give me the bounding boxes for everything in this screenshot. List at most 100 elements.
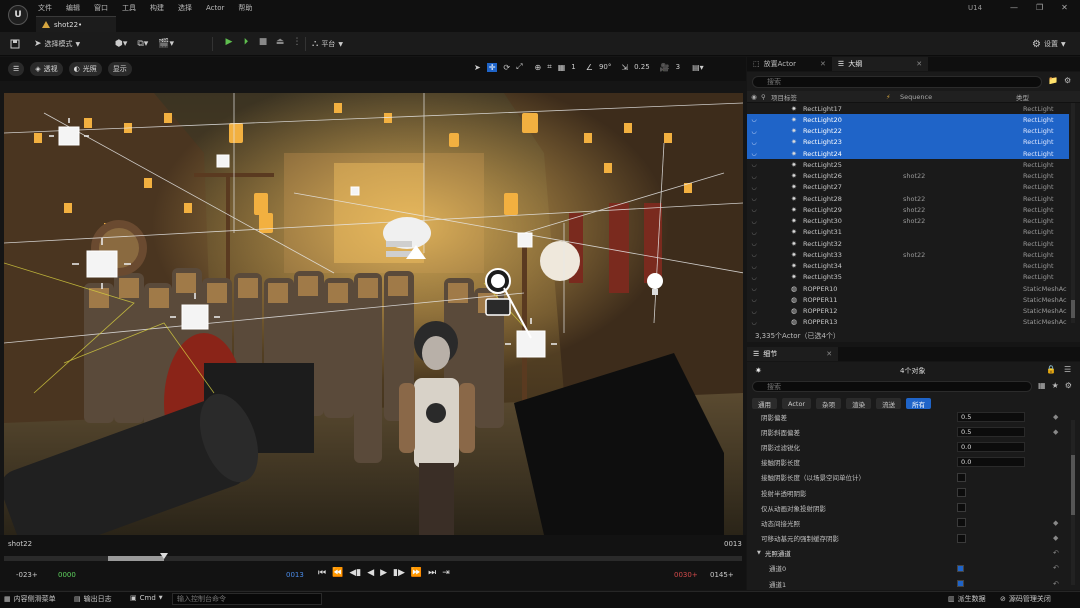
outliner-row[interactable]: ◡ ✷ RectLight28 shot22 RectLight — [747, 193, 1069, 204]
timeline-start-frame[interactable]: -023+ — [16, 571, 38, 579]
close-icon[interactable]: ✕ — [1061, 3, 1068, 12]
scale-snap-value[interactable]: 0.25 — [634, 63, 650, 71]
playback-end-marker[interactable]: 0030+ — [674, 571, 698, 579]
rotation-snap-icon[interactable]: ∠ — [586, 63, 593, 72]
source-control-button[interactable]: ⊘ 源码管理关闭 — [1000, 594, 1051, 604]
filter-tab[interactable]: 流送 — [876, 398, 902, 409]
perspective-button[interactable]: ◈ 透视 — [30, 62, 63, 76]
reset-to-default-icon[interactable]: ↶ — [1053, 580, 1059, 588]
prev-key-icon[interactable]: ⏪ — [332, 568, 343, 578]
jump-end-icon[interactable]: ⏭ — [428, 568, 436, 578]
menu-tools[interactable]: 工具 — [122, 3, 136, 13]
outliner-row[interactable]: ◡ ◍ ROPPER10 StaticMeshAc — [747, 283, 1069, 294]
rotation-snap-value[interactable]: 90° — [599, 63, 611, 71]
play-forward-icon[interactable]: ▶ — [380, 568, 387, 578]
stop-icon[interactable]: ■ — [256, 35, 270, 49]
current-frame[interactable]: 0013 — [286, 571, 304, 579]
visibility-toggle-icon[interactable]: ◡ — [747, 308, 761, 315]
outliner-row[interactable]: ◡ ✷ RectLight22 RectLight — [747, 125, 1069, 137]
menu-icon[interactable]: ☰ — [1064, 365, 1071, 374]
level-viewport[interactable] — [4, 93, 743, 535]
property-section-header[interactable]: ▼ 光照通道 ↶ — [757, 546, 1071, 561]
add-folder-icon[interactable]: 📁 — [1048, 76, 1058, 85]
blueprint-icon[interactable]: ⧉▾ — [137, 39, 148, 49]
maximize-icon[interactable]: ❐ — [1036, 3, 1043, 12]
property-checkbox-checked[interactable] — [957, 580, 964, 588]
visibility-toggle-icon[interactable]: ◡ — [747, 240, 761, 247]
visibility-toggle-icon[interactable]: ◡ — [747, 173, 761, 180]
visibility-toggle-icon[interactable]: ◡ — [747, 229, 761, 236]
gear-icon[interactable]: ⚙ — [1064, 76, 1071, 85]
property-checkbox[interactable] — [957, 488, 966, 498]
outliner-row[interactable]: ◡ ✷ RectLight35 RectLight — [747, 272, 1069, 283]
property-matrix-icon[interactable]: ▦ — [1038, 381, 1046, 390]
outliner-row[interactable]: ◡ ✷ RectLight33 shot22 RectLight — [747, 249, 1069, 260]
viewport-menu-button[interactable]: ☰ — [8, 62, 25, 76]
reset-to-default-icon[interactable]: ◆ — [1053, 413, 1058, 421]
play-options-icon[interactable]: ⋮ — [290, 35, 304, 49]
output-log-button[interactable]: ▤ 输出日志 — [74, 594, 112, 604]
property-checkbox[interactable] — [957, 518, 966, 528]
menu-help[interactable]: 帮助 — [238, 3, 252, 13]
outliner-row[interactable]: ◡ ◍ ROPPER12 StaticMeshAc — [747, 306, 1069, 317]
column-item-label[interactable]: 项目标签 — [771, 92, 886, 102]
derived-data-button[interactable]: ▥ 派生数据 — [948, 594, 986, 604]
visibility-toggle-icon[interactable]: ◡ — [747, 218, 761, 225]
property-checkbox[interactable] — [957, 533, 966, 543]
menu-window[interactable]: 窗口 — [94, 3, 108, 13]
filter-tab[interactable]: 所有 — [906, 398, 932, 409]
selection-mode-dropdown[interactable]: ➤ 选择模式 ▼ — [30, 35, 84, 53]
visibility-toggle-icon[interactable]: ◡ — [747, 184, 761, 191]
outliner-row[interactable]: ✷ RectLight17 RectLight — [747, 103, 1069, 114]
prev-frame-icon[interactable]: ◀▮ — [349, 568, 361, 578]
grid-snap-value[interactable]: 1 — [571, 63, 575, 71]
lit-button[interactable]: ◐ 光照 — [68, 62, 102, 76]
reset-to-default-icon[interactable]: ◆ — [1053, 519, 1058, 527]
chevron-down-icon[interactable]: ▼ — [757, 550, 761, 556]
property-checkbox-checked[interactable] — [957, 564, 964, 572]
gear-icon[interactable]: ⚙ — [1065, 381, 1072, 390]
platforms-dropdown[interactable]: ⛬ 平台 ▼ — [312, 35, 343, 53]
scale-tool-icon[interactable]: ⤢ — [516, 62, 522, 72]
outliner-scrollbar[interactable] — [1071, 103, 1075, 323]
visibility-toggle-icon[interactable]: ◡ — [747, 274, 761, 281]
minimize-icon[interactable]: — — [1010, 3, 1018, 12]
visibility-toggle-icon[interactable]: ◡ — [747, 285, 761, 292]
step-icon[interactable]: ⏵ — [239, 35, 253, 49]
jump-start-icon[interactable]: ⏮ — [318, 568, 326, 578]
console-command-input[interactable] — [172, 593, 322, 605]
tab-outliner[interactable]: ☰ 大纲 ✕ — [831, 57, 929, 71]
filter-tab[interactable]: 通用 — [752, 398, 777, 409]
eject-icon[interactable]: ⏏ — [273, 35, 287, 49]
next-key-icon[interactable]: ⏩ — [411, 568, 422, 578]
outliner-row[interactable]: ◡ ✷ RectLight25 RectLight — [747, 159, 1069, 170]
layout-icon[interactable]: ▤▾ — [692, 63, 704, 72]
lock-icon[interactable]: 🔒 — [1046, 365, 1056, 374]
close-icon[interactable]: ✕ — [820, 60, 826, 68]
property-value-field[interactable]: 0.5 — [957, 411, 1025, 422]
content-drawer-button[interactable]: ▦ 内容侧滑菜单 — [4, 594, 56, 604]
filter-tab[interactable]: 渲染 — [846, 398, 872, 409]
level-tab[interactable]: shot22• — [36, 16, 116, 32]
menu-file[interactable]: 文件 — [38, 3, 52, 13]
menu-select[interactable]: 选择 — [178, 3, 192, 13]
menu-build[interactable]: 构建 — [150, 3, 164, 13]
outliner-row[interactable]: ◡ ◍ ROPPER13 StaticMeshAc — [747, 317, 1069, 328]
column-sequence[interactable]: Sequence — [900, 93, 1016, 101]
visibility-toggle-icon[interactable]: ◡ — [747, 116, 761, 123]
select-tool-icon[interactable]: ➤ — [474, 63, 481, 72]
settings-dropdown[interactable]: ⚙ 设置 ▼ — [1032, 35, 1066, 53]
menu-actor[interactable]: Actor — [206, 4, 224, 12]
next-frame-icon[interactable]: ▮▶ — [393, 568, 405, 578]
property-value-field[interactable]: 0.5 — [957, 426, 1025, 437]
filter-tab[interactable]: Actor — [782, 398, 812, 409]
cinematics-icon[interactable]: 🎬▾ — [158, 39, 174, 49]
outliner-row[interactable]: ◡ ✷ RectLight24 RectLight — [747, 148, 1069, 160]
tab-place-actors[interactable]: ⬚ 放置Actor ✕ — [747, 57, 832, 71]
reset-to-default-icon[interactable]: ◆ — [1053, 428, 1058, 436]
rotate-tool-icon[interactable]: ⟳ — [503, 63, 510, 72]
visibility-toggle-icon[interactable]: ◡ — [747, 161, 761, 168]
outliner-row[interactable]: ◡ ✷ RectLight23 RectLight — [747, 136, 1069, 148]
favorites-icon[interactable]: ★ — [1052, 381, 1059, 390]
close-icon[interactable]: ✕ — [916, 60, 922, 68]
